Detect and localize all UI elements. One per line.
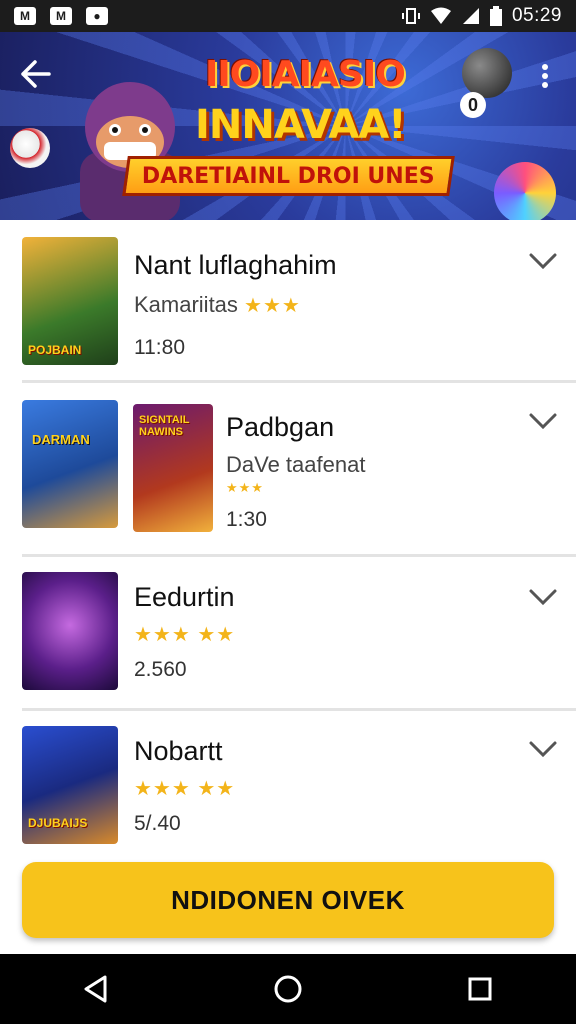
mail-icon: M [50, 7, 72, 25]
chevron-down-icon[interactable] [528, 588, 558, 608]
wifi-icon [430, 7, 451, 24]
nav-home-button[interactable] [258, 959, 318, 1019]
ball-icon [10, 128, 50, 168]
dot-icon [542, 63, 548, 70]
game-thumbnail-secondary: SIGNTAIL NAWINS [133, 404, 213, 532]
banner-ribbon-text: DARETIAINL DROI UNES [142, 163, 435, 189]
thumbnail-label: POJBAIN [28, 343, 82, 357]
notification-badge: 0 [460, 92, 486, 118]
status-time: 05:29 [511, 5, 562, 26]
chevron-down-icon[interactable] [528, 252, 558, 272]
system-nav-bar [0, 954, 576, 1024]
triangle-back-icon [84, 975, 107, 1003]
item-subtitle-text: Kamariitas [134, 292, 238, 317]
banner-subtitle: INNAVAA! [195, 102, 406, 148]
character-illustration [80, 82, 180, 220]
divider [22, 708, 576, 711]
gem-icon [494, 162, 556, 220]
list-item[interactable]: Eedurtin ★★★ ★★ 2.560 [0, 558, 576, 706]
dot-icon [542, 72, 548, 79]
item-meta: 11:80 [134, 336, 185, 359]
item-meta: 1:30 [226, 508, 267, 531]
item-title: Nant luflaghahim [134, 250, 337, 280]
battery-icon [489, 6, 502, 26]
back-button[interactable] [16, 54, 56, 94]
rating-stars: ★★★ ★★ [134, 778, 236, 800]
rating-stars: ★★★ ★★ [134, 624, 236, 646]
nav-recents-button[interactable] [450, 959, 510, 1019]
primary-action-label: NDIDONEN OIVEK [171, 884, 405, 915]
rating-stars: ★★★ [226, 480, 264, 495]
status-bar: M M ● 05:29 [0, 0, 576, 32]
primary-action-button[interactable]: NDIDONEN OIVEK [22, 862, 554, 938]
signal-icon [462, 8, 479, 24]
thumbnail-label-secondary: SIGNTAIL NAWINS [139, 414, 190, 438]
banner-ribbon: DARETIAINL DROI UNES [122, 156, 455, 196]
item-subtitle: DaVe taafenat [226, 452, 366, 477]
square-recents-icon [468, 977, 492, 1001]
list-item[interactable]: DARMAN SIGNTAIL NAWINS Padbgan DaVe taaf… [0, 384, 576, 554]
chevron-down-icon[interactable] [528, 412, 558, 432]
gmail-icon: M [14, 7, 36, 25]
dot-icon [542, 82, 548, 89]
game-thumbnail: DJUBAIJS [22, 726, 118, 844]
nav-back-button[interactable] [66, 959, 126, 1019]
circle-home-icon [274, 975, 302, 1003]
back-arrow-icon [21, 60, 51, 88]
chevron-down-icon[interactable] [528, 740, 558, 760]
item-meta: 2.560 [134, 658, 187, 681]
game-thumbnail: POJBAIN [22, 237, 118, 365]
list-item[interactable]: DJUBAIJS Nobartt ★★★ ★★ 5/.40 [0, 712, 576, 846]
divider [22, 380, 576, 383]
bowling-ball-icon [462, 48, 512, 98]
rating-stars: ★★★ [244, 295, 301, 317]
more-options-button[interactable] [530, 56, 560, 96]
thumbnail-label: DJUBAIJS [28, 816, 88, 830]
item-title: Eedurtin [134, 582, 235, 612]
list-item[interactable]: POJBAIN Nant luflaghahim Kamariitas ★★★ … [0, 220, 576, 382]
game-thumbnail [22, 572, 118, 690]
thumbnail-label: DARMAN [32, 432, 90, 447]
banner-title: IIOIAIASIO [205, 54, 406, 95]
divider [22, 554, 576, 557]
item-meta: 5/.40 [134, 812, 181, 835]
game-thumbnail: DARMAN [22, 400, 118, 528]
item-subtitle: Kamariitas ★★★ [134, 292, 301, 318]
item-title: Nobartt [134, 736, 223, 766]
vibrate-icon [401, 8, 420, 24]
item-title: Padbgan [226, 412, 335, 442]
app-icon: ● [86, 7, 108, 25]
hero-banner: IIOIAIASIO INNAVAA! DARETIAINL DROI UNES… [0, 32, 576, 220]
